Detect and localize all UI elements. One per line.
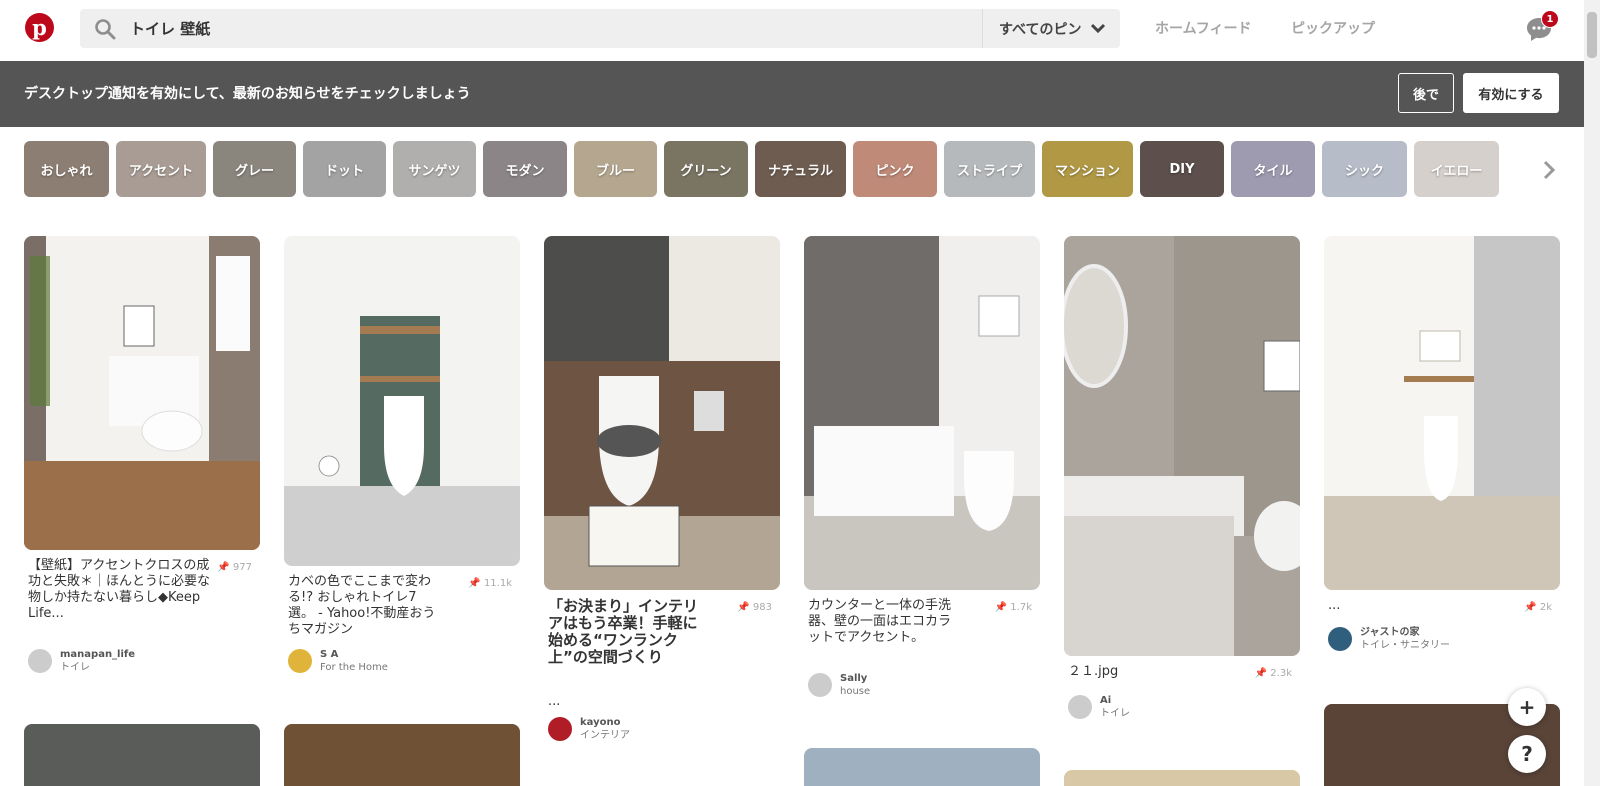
category-chip[interactable]: おしゃれ <box>24 141 109 197</box>
category-chip[interactable]: ブルー <box>574 141 657 197</box>
pinner-name: S A <box>320 649 339 660</box>
pinner-name: manapan_life <box>60 649 136 660</box>
avatar <box>28 649 52 673</box>
pin-save-count: 📌 2.3k <box>1254 668 1292 679</box>
category-chip[interactable]: タイル <box>1231 141 1315 197</box>
board-name: トイレ <box>60 662 90 673</box>
save-count-value: 2k <box>1539 602 1552 613</box>
pinterest-logo[interactable]: p <box>25 13 54 42</box>
category-chip[interactable]: マンション <box>1042 141 1133 197</box>
board-name: インテリア <box>580 730 630 741</box>
save-count-value: 977 <box>232 562 252 573</box>
pin-attribution[interactable]: manapan_life トイレ <box>28 648 135 674</box>
chevron-right-icon[interactable] <box>1535 155 1563 185</box>
category-chip[interactable]: シック <box>1322 141 1407 197</box>
enable-notifications-button[interactable]: 有効にする <box>1463 73 1559 113</box>
category-chip[interactable]: DIY <box>1140 141 1224 197</box>
pin-title[interactable]: カベの色でここまで変わる!? おしゃれトイレ7選。 - Yahoo!不動産おうち… <box>288 574 438 638</box>
save-count-value: 11.1k <box>483 578 512 589</box>
help-button[interactable]: ? <box>1508 735 1546 773</box>
pin-title[interactable]: カウンターと一体の手洗器、壁の一面はエコカラットでアクセント。 <box>808 598 953 646</box>
pin-image[interactable] <box>544 236 780 590</box>
search-input[interactable] <box>130 9 1010 48</box>
category-chip[interactable]: モダン <box>483 141 567 197</box>
guided-search-chips: おしゃれ アクセント グレー ドット サンゲツ モダン ブルー グリーン ナチュラル ピンク ストラ… <box>24 141 1529 197</box>
pin-image[interactable] <box>284 724 520 786</box>
pin-image[interactable] <box>804 748 1040 786</box>
category-chip[interactable]: サンゲツ <box>393 141 476 197</box>
search-icon <box>94 18 116 44</box>
pin-attribution[interactable]: Ai トイレ <box>1068 694 1130 720</box>
avatar <box>1328 627 1352 651</box>
scrollbar-thumb[interactable] <box>1587 12 1597 58</box>
avatar <box>808 673 832 697</box>
pin-save-count: 📌 977 <box>217 562 252 573</box>
pin-image[interactable] <box>1064 236 1300 656</box>
messages-badge: 1 <box>1541 10 1559 28</box>
notification-text: デスクトップ通知を有効にして、最新のお知らせをチェックしましょう <box>24 86 471 102</box>
search-bar <box>80 9 1120 48</box>
category-chip[interactable]: ストライプ <box>944 141 1035 197</box>
category-chip[interactable]: アクセント <box>116 141 206 197</box>
page-scrollbar[interactable] <box>1584 0 1600 786</box>
avatar <box>1068 695 1092 719</box>
notification-bar: デスクトップ通知を有効にして、最新のお知らせをチェックしましょう 後で 有効にす… <box>0 61 1584 127</box>
add-pin-button[interactable]: + <box>1508 688 1546 726</box>
pin-image[interactable] <box>804 236 1040 590</box>
category-chip[interactable]: グリーン <box>664 141 748 197</box>
search-scope-dropdown[interactable]: すべてのピン <box>982 9 1120 48</box>
save-count-value: 2.3k <box>1270 668 1292 679</box>
pin-attribution[interactable]: Sally house <box>808 672 870 698</box>
pin-save-count: 📌 2k <box>1524 602 1552 613</box>
pin-image[interactable] <box>284 236 520 566</box>
pin-attribution[interactable]: S A For the Home <box>288 648 388 674</box>
category-chip[interactable]: グレー <box>213 141 296 197</box>
pinner-name: ジャストの家 <box>1360 627 1420 638</box>
chevron-down-icon <box>1090 22 1106 38</box>
pinner-name: Sally <box>840 673 868 684</box>
top-header: p すべてのピン ホームフィード ピックアップ 1 <box>0 0 1584 60</box>
board-name: トイレ・サニタリー <box>1360 640 1450 651</box>
pin-save-count: 📌 1.7k <box>994 602 1032 613</box>
pin-image[interactable] <box>1324 236 1560 590</box>
pin-title[interactable]: ２１.jpg <box>1068 664 1258 680</box>
pinner-name: Ai <box>1100 695 1112 706</box>
nav-home-feed[interactable]: ホームフィード <box>1155 18 1251 38</box>
nav-picks[interactable]: ピックアップ <box>1291 18 1375 38</box>
board-name: house <box>840 686 871 697</box>
pin-description: ... <box>548 694 561 709</box>
category-chip[interactable]: ピンク <box>853 141 937 197</box>
board-name: For the Home <box>320 662 388 673</box>
pin-image[interactable] <box>24 236 260 550</box>
avatar <box>548 717 572 741</box>
svg-text:p: p <box>32 15 47 40</box>
board-name: トイレ <box>1100 708 1130 719</box>
search-scope-label: すべてのピン <box>999 21 1082 38</box>
category-chip[interactable]: ドット <box>303 141 386 197</box>
pin-image[interactable] <box>1064 770 1300 786</box>
pin-title[interactable]: 【壁紙】アクセントクロスの成功と失敗＊｜ほんとうに必要な物しか持たない暮らし◆K… <box>28 558 218 622</box>
pin-save-count: 📌 11.1k <box>468 578 512 589</box>
pin-image[interactable] <box>24 724 260 786</box>
pin-save-count: 📌 983 <box>737 602 772 613</box>
pin-attribution[interactable]: ジャストの家トイレ・サニタリー <box>1328 626 1450 652</box>
later-button[interactable]: 後で <box>1398 73 1454 113</box>
category-chip[interactable]: イエロー <box>1414 141 1499 197</box>
category-chip[interactable]: ナチュラル <box>755 141 846 197</box>
pin-title[interactable]: ... <box>1328 598 1518 614</box>
pinner-name: kayono <box>580 717 621 728</box>
save-count-value: 1.7k <box>1010 602 1032 613</box>
pin-title[interactable]: 「お決まり」インテリアはもう卒業！手軽に始める“ワンランク上”の空間づくり <box>548 598 698 666</box>
save-count-value: 983 <box>752 602 772 613</box>
pin-attribution[interactable]: kayono インテリア <box>548 716 630 742</box>
avatar <box>288 649 312 673</box>
